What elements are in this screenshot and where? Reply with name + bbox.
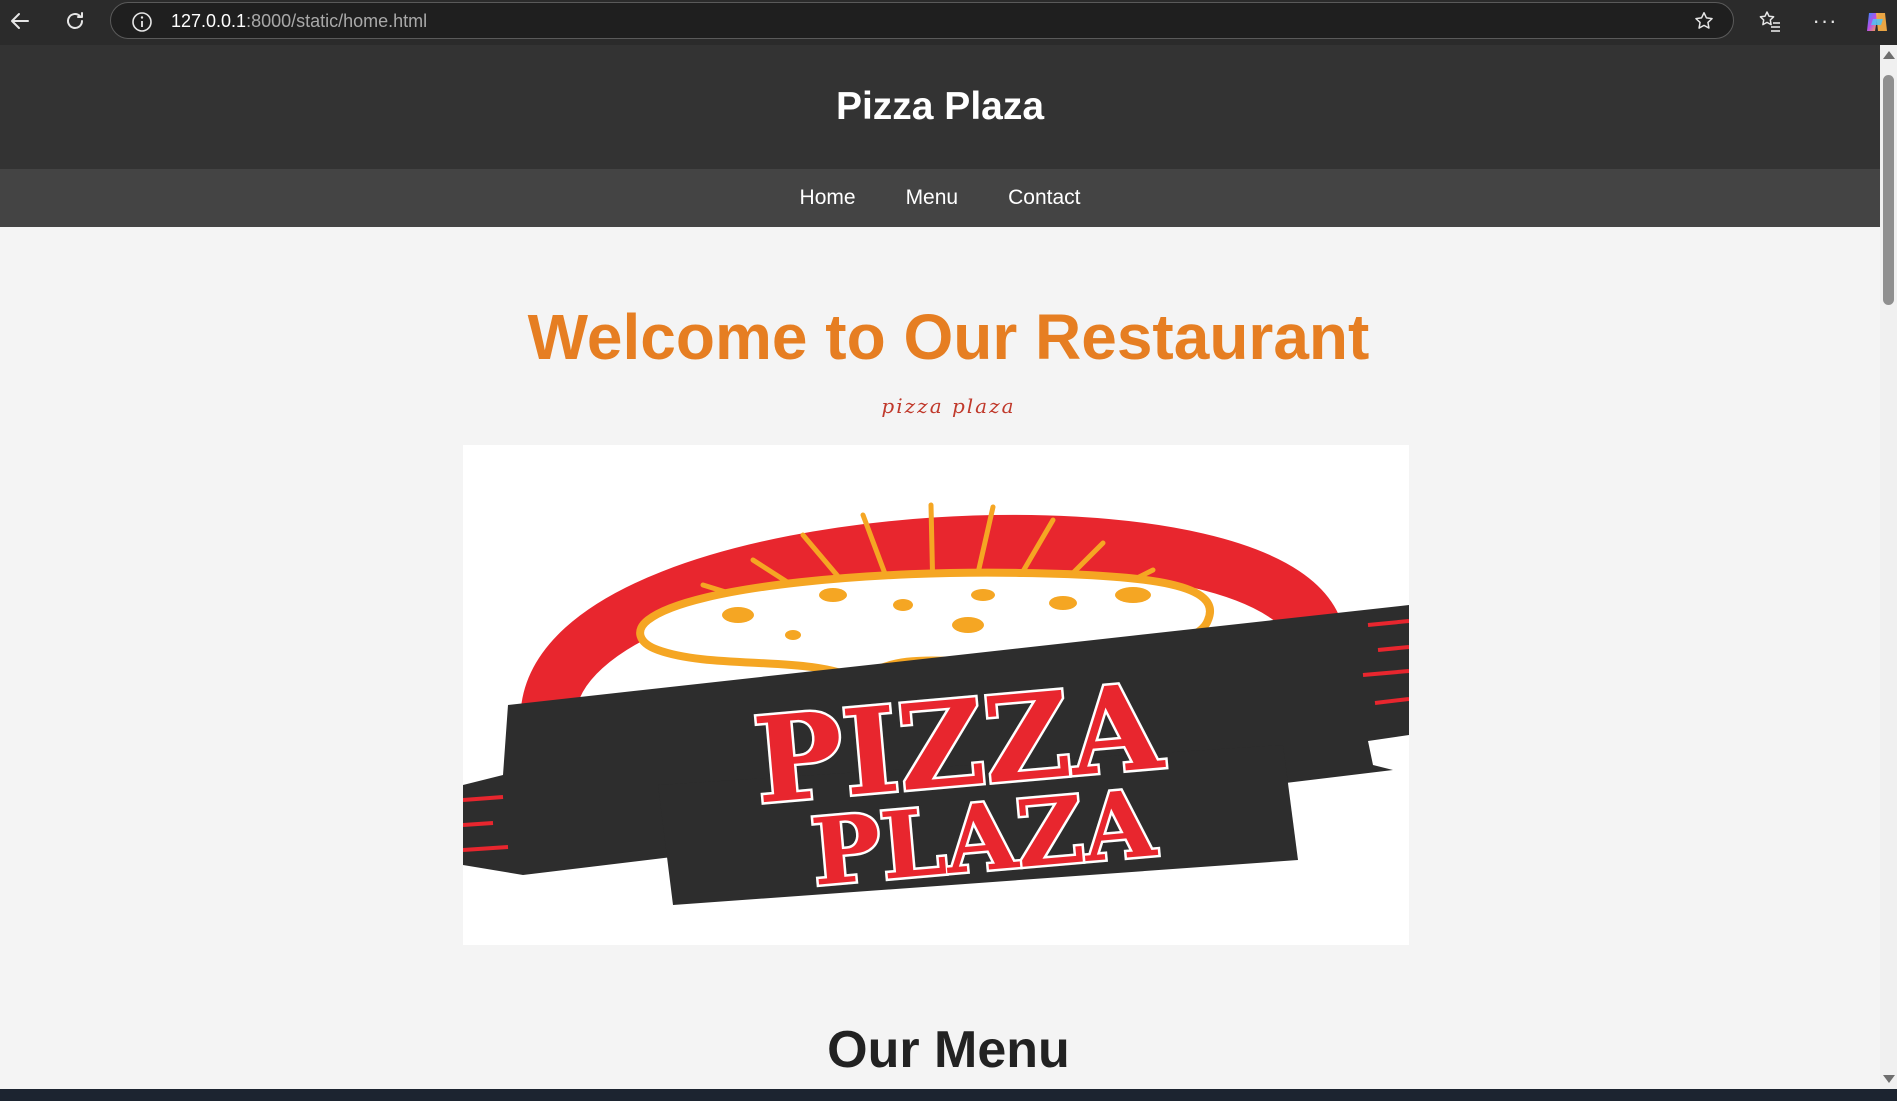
pizza-plaza-logo: PIZZA PLAZA xyxy=(463,445,1409,945)
site-nav: Home Menu Contact xyxy=(0,169,1880,227)
back-arrow-icon xyxy=(11,13,29,29)
vertical-scrollbar[interactable] xyxy=(1880,45,1897,1089)
nav-link-contact[interactable]: Contact xyxy=(1008,186,1080,210)
back-button[interactable] xyxy=(5,6,35,36)
copilot-icon xyxy=(1867,13,1887,31)
scroll-thumb[interactable] xyxy=(1883,75,1894,305)
site-header: Pizza Plaza xyxy=(0,45,1880,169)
logo-graphic: PIZZA PLAZA xyxy=(463,502,1409,909)
info-icon[interactable] xyxy=(131,11,153,33)
url-host: 127.0.0.1 xyxy=(171,11,247,31)
site-title: Pizza Plaza xyxy=(835,85,1045,128)
star-icon xyxy=(1695,12,1713,29)
menu-section-heading: Our Menu xyxy=(827,1021,1070,1079)
favorite-star-button[interactable] xyxy=(1689,6,1719,36)
nav-link-menu[interactable]: Menu xyxy=(906,186,959,210)
more-button[interactable]: ··· xyxy=(1810,6,1840,36)
reload-button[interactable] xyxy=(60,6,90,36)
reload-icon xyxy=(67,12,83,29)
copilot-button[interactable] xyxy=(1862,7,1892,37)
tagline: pizza plaza xyxy=(881,394,1016,418)
favorites-icon xyxy=(1759,11,1780,32)
scroll-down-arrow-icon[interactable] xyxy=(1883,1075,1895,1083)
url-text[interactable]: 127.0.0.1:8000/static/home.html xyxy=(171,11,427,32)
more-icon: ··· xyxy=(1812,8,1838,33)
url-path: :8000/static/home.html xyxy=(246,11,428,31)
favorites-button[interactable] xyxy=(1755,6,1785,36)
nav-link-home[interactable]: Home xyxy=(800,186,856,210)
address-bar[interactable]: 127.0.0.1:8000/static/home.html xyxy=(110,2,1734,39)
browser-toolbar: 127.0.0.1:8000/static/home.html ··· xyxy=(0,0,1897,45)
welcome-heading: Welcome to Our Restaurant xyxy=(527,301,1370,373)
taskbar-strip xyxy=(0,1089,1897,1101)
scroll-up-arrow-icon[interactable] xyxy=(1883,51,1895,59)
